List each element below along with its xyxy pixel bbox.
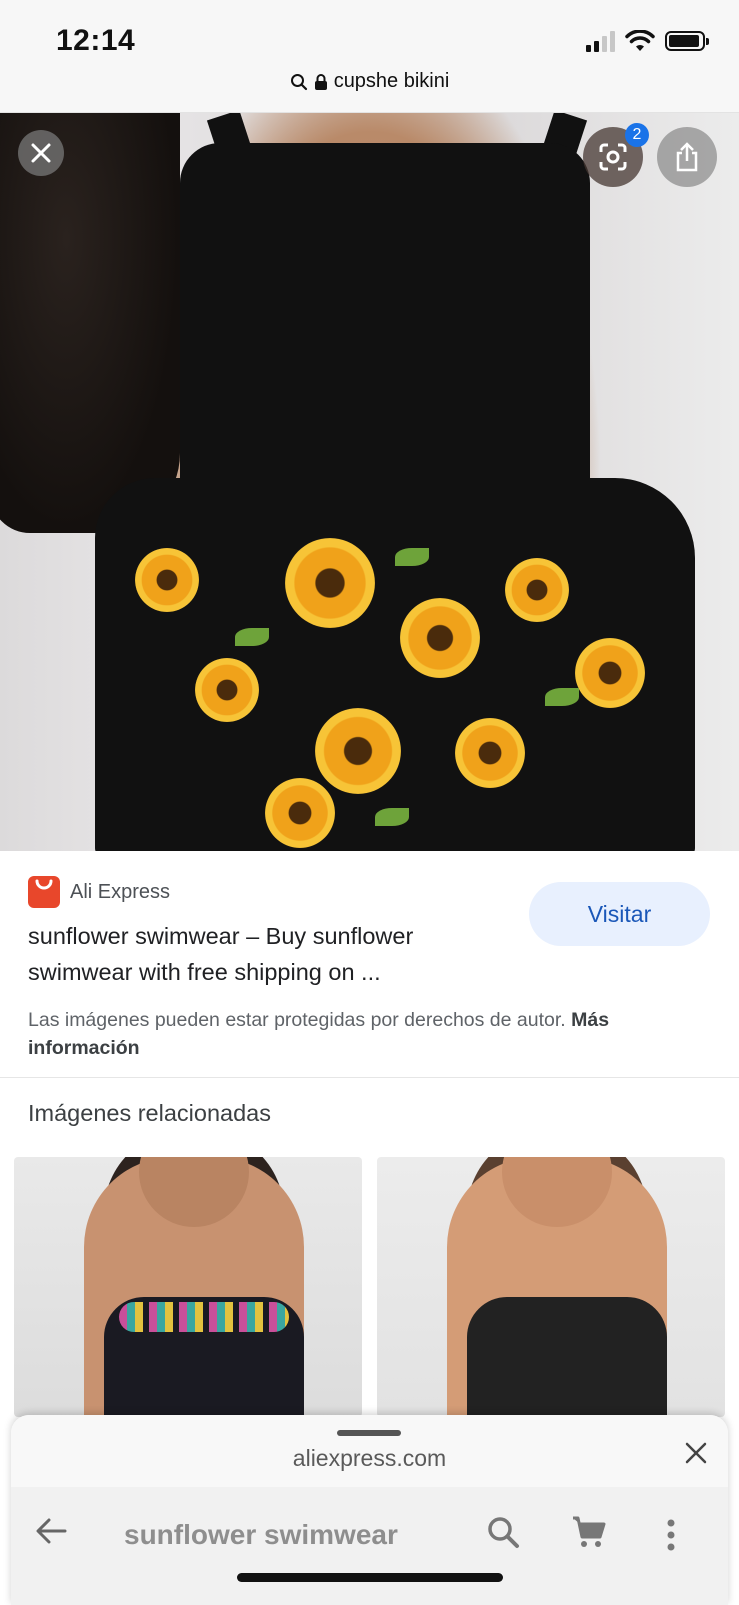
status-bar: 12:14 cupshe bikini (0, 0, 739, 113)
address-text: cupshe bikini (333, 70, 450, 92)
sheet-domain: aliexpress.com (292, 1445, 447, 1471)
status-icons (586, 30, 709, 52)
lens-count-badge: 2 (625, 123, 649, 147)
google-lens-icon (599, 143, 627, 171)
close-icon (685, 1442, 707, 1464)
more-options-button[interactable] (666, 1519, 676, 1556)
cart-button[interactable] (571, 1515, 607, 1554)
main-product-image[interactable] (0, 113, 739, 851)
visit-button[interactable]: Visitar (529, 882, 710, 946)
close-viewer-button[interactable] (18, 130, 64, 176)
more-vert-icon (667, 1519, 675, 1551)
result-title-link[interactable]: sunflower swimwear – Buy sunflower swimw… (28, 918, 498, 990)
back-button[interactable] (35, 1515, 67, 1554)
google-lens-button[interactable]: 2 (583, 123, 649, 187)
site-search-button[interactable] (486, 1515, 520, 1554)
source-row[interactable]: Ali Express (28, 876, 170, 908)
copyright-text: Las imágenes pueden estar protegidas por… (28, 1009, 566, 1031)
share-icon (676, 142, 698, 172)
aliexpress-logo-icon (28, 876, 60, 908)
search-icon (290, 73, 307, 90)
lock-icon (314, 73, 327, 90)
clock: 12:14 (56, 24, 136, 57)
back-arrow-icon (36, 1518, 67, 1544)
home-indicator[interactable] (237, 1573, 503, 1582)
search-icon (488, 1517, 519, 1548)
sheet-close-button[interactable] (684, 1441, 708, 1471)
sheet-header: aliexpress.com (11, 1415, 728, 1488)
address-bar[interactable]: cupshe bikini (0, 70, 739, 93)
source-name: Ali Express (70, 880, 171, 903)
share-button[interactable] (657, 127, 717, 187)
related-image-thumbnail[interactable] (377, 1157, 725, 1417)
site-search-query[interactable]: sunflower swimwear (124, 1519, 398, 1551)
close-icon (31, 143, 51, 163)
site-search-bar: sunflower swimwear (11, 1487, 728, 1605)
wifi-icon (625, 30, 655, 51)
related-images-heading: Imágenes relacionadas (28, 1100, 271, 1126)
cellular-signal-icon (586, 30, 615, 52)
cart-icon (573, 1516, 606, 1547)
copyright-notice: Las imágenes pueden estar protegidas por… (28, 1006, 718, 1062)
result-info-panel: Ali Express sunflower swimwear – Buy sun… (0, 852, 739, 1078)
battery-icon (665, 31, 709, 51)
related-image-thumbnail[interactable] (14, 1157, 362, 1417)
drag-handle[interactable] (337, 1430, 401, 1436)
